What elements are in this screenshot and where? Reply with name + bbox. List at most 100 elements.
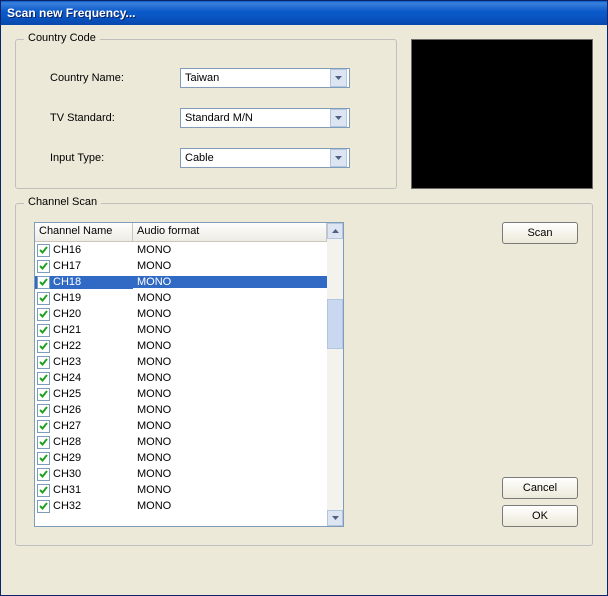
checkbox[interactable]: [37, 468, 50, 481]
table-row[interactable]: CH21MONO: [35, 322, 327, 338]
channel-name-text: CH20: [53, 308, 81, 320]
cell-channel-name: CH27: [35, 420, 133, 433]
table-row[interactable]: CH32 MONO: [35, 498, 327, 514]
tv-standard-dropdown[interactable]: Standard M/N: [180, 108, 350, 128]
cell-channel-name: CH21: [35, 324, 133, 337]
scrollbar-thumb[interactable]: [327, 299, 343, 349]
scroll-up-button[interactable]: [327, 223, 343, 239]
side-buttons: Scan Cancel OK: [358, 222, 578, 527]
cell-channel-name: CH20: [35, 308, 133, 321]
checkbox[interactable]: [37, 340, 50, 353]
cell-audio-format: MONO: [133, 468, 327, 480]
channel-scan-group: Channel Scan Channel Name Audio format C…: [15, 203, 593, 546]
cell-channel-name: CH24: [35, 372, 133, 385]
checkbox[interactable]: [37, 308, 50, 321]
checkbox[interactable]: [37, 436, 50, 449]
table-row[interactable]: CH27 MONO: [35, 418, 327, 434]
titlebar[interactable]: Scan new Frequency...: [1, 1, 607, 25]
channel-name-text: CH25: [53, 388, 81, 400]
table-row[interactable]: CH20 MONO: [35, 306, 327, 322]
channel-name-text: CH17: [53, 260, 81, 272]
checkbox[interactable]: [37, 388, 50, 401]
channel-name-text: CH31: [53, 484, 81, 496]
chevron-down-icon: [330, 69, 347, 87]
column-audio-format[interactable]: Audio format: [133, 223, 327, 241]
table-row[interactable]: CH30MONO: [35, 466, 327, 482]
cell-audio-format: MONO: [133, 500, 327, 512]
scroll-down-button[interactable]: [327, 510, 343, 526]
scan-button[interactable]: Scan: [502, 222, 578, 244]
preview-pane: [411, 39, 593, 189]
cell-channel-name: CH26: [35, 404, 133, 417]
table-row[interactable]: CH18MONO: [35, 274, 327, 290]
table-row[interactable]: CH31MONO: [35, 482, 327, 498]
country-code-group: Country Code Country Name: Taiwan TV Sta…: [15, 39, 397, 189]
cell-channel-name: CH17: [35, 260, 133, 273]
checkbox[interactable]: [37, 356, 50, 369]
cell-channel-name: CH31: [35, 484, 133, 497]
cell-audio-format: MONO: [133, 420, 327, 432]
checkbox[interactable]: [37, 260, 50, 273]
input-type-value: Cable: [185, 152, 214, 164]
checkbox[interactable]: [37, 452, 50, 465]
checkbox[interactable]: [37, 372, 50, 385]
listview-header[interactable]: Channel Name Audio format: [35, 223, 327, 242]
channel-name-text: CH29: [53, 452, 81, 464]
table-row[interactable]: CH23MONO: [35, 354, 327, 370]
table-row[interactable]: CH25MONO: [35, 386, 327, 402]
channel-name-text: CH26: [53, 404, 81, 416]
cell-channel-name: CH25: [35, 388, 133, 401]
checkbox[interactable]: [37, 324, 50, 337]
checkbox[interactable]: [37, 292, 50, 305]
cell-channel-name: CH22: [35, 340, 133, 353]
checkbox[interactable]: [37, 404, 50, 417]
country-code-legend: Country Code: [24, 32, 100, 44]
checkbox[interactable]: [37, 276, 50, 289]
column-channel-name[interactable]: Channel Name: [35, 223, 133, 241]
cell-channel-name: CH19: [35, 292, 133, 305]
table-row[interactable]: CH17 MONO: [35, 258, 327, 274]
cell-audio-format: MONO: [133, 260, 327, 272]
channel-scan-legend: Channel Scan: [24, 196, 101, 208]
country-name-value: Taiwan: [185, 72, 219, 84]
cell-channel-name: CH16: [35, 244, 133, 257]
cell-channel-name: CH28: [35, 436, 133, 449]
channel-name-text: CH27: [53, 420, 81, 432]
channel-name-text: CH16: [53, 244, 81, 256]
table-row[interactable]: CH16 MONO: [35, 242, 327, 258]
cell-audio-format: MONO: [133, 356, 327, 368]
checkbox[interactable]: [37, 244, 50, 257]
table-row[interactable]: CH24MONO: [35, 370, 327, 386]
cell-audio-format: MONO: [133, 324, 327, 336]
checkbox[interactable]: [37, 484, 50, 497]
client-area: Country Code Country Name: Taiwan TV Sta…: [1, 25, 607, 595]
ok-button[interactable]: OK: [502, 505, 578, 527]
tv-standard-label: TV Standard:: [26, 112, 180, 124]
table-row[interactable]: CH28MONO: [35, 434, 327, 450]
channel-listview[interactable]: Channel Name Audio format CH16 MONO CH17 MO…: [34, 222, 344, 527]
cell-channel-name: CH29: [35, 452, 133, 465]
channel-name-text: CH22: [53, 340, 81, 352]
scan-frequency-window: Scan new Frequency... Country Code Count…: [0, 0, 608, 596]
channel-name-text: CH28: [53, 436, 81, 448]
cell-audio-format: MONO: [133, 308, 327, 320]
table-row[interactable]: CH19MONO: [35, 290, 327, 306]
country-name-dropdown[interactable]: Taiwan: [180, 68, 350, 88]
scrollbar[interactable]: [327, 223, 343, 526]
channel-name-text: CH32: [53, 500, 81, 512]
table-row[interactable]: CH26MONO: [35, 402, 327, 418]
table-row[interactable]: CH22 MONO: [35, 338, 327, 354]
chevron-down-icon: [330, 149, 347, 167]
scrollbar-track[interactable]: [327, 239, 343, 510]
input-type-dropdown[interactable]: Cable: [180, 148, 350, 168]
checkbox[interactable]: [37, 500, 50, 513]
table-row[interactable]: CH29MONO: [35, 450, 327, 466]
cancel-button[interactable]: Cancel: [502, 477, 578, 499]
channel-name-text: CH18: [53, 276, 81, 288]
checkbox[interactable]: [37, 420, 50, 433]
cell-audio-format: MONO: [133, 244, 327, 256]
cell-channel-name: CH18: [35, 276, 133, 289]
cell-audio-format: MONO: [133, 292, 327, 304]
cell-channel-name: CH32: [35, 500, 133, 513]
cell-audio-format: MONO: [133, 340, 327, 352]
